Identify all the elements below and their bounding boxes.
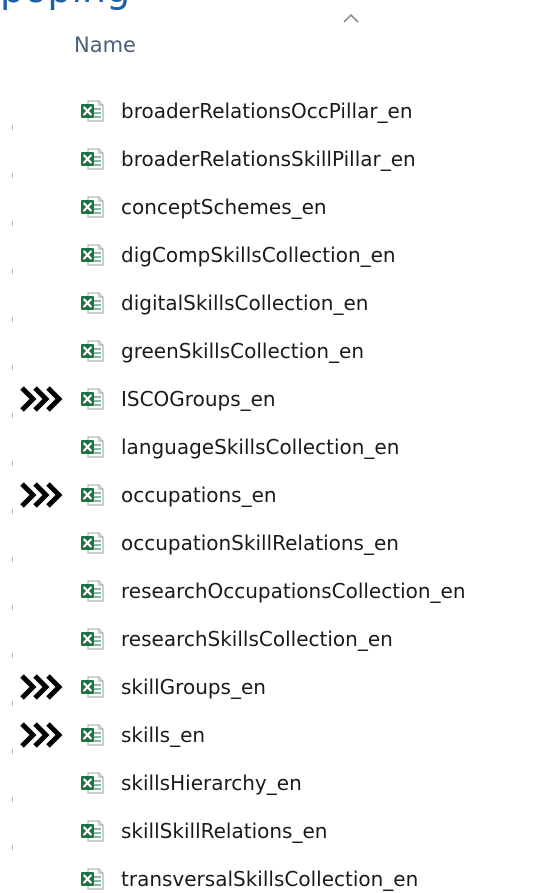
- row-divider-tick: [12, 605, 13, 610]
- row-divider-tick: [12, 125, 13, 130]
- file-row[interactable]: broaderRelationsSkillPillar_en: [0, 135, 541, 183]
- excel-icon[interactable]: [80, 868, 104, 890]
- row-divider-tick: [12, 317, 13, 322]
- file-row[interactable]: skillGroups_en: [0, 663, 541, 711]
- file-name: skillGroups_en: [121, 675, 266, 699]
- row-divider-tick: [12, 509, 13, 514]
- row-divider-tick: [12, 365, 13, 370]
- sort-ascending-icon[interactable]: [342, 12, 360, 24]
- file-name: languageSkillsCollection_en: [121, 435, 400, 459]
- excel-icon[interactable]: [80, 292, 104, 314]
- file-name: broaderRelationsOccPillar_en: [121, 99, 413, 123]
- file-row[interactable]: researchSkillsCollection_en: [0, 615, 541, 663]
- column-header-name[interactable]: Name: [74, 32, 136, 58]
- file-row[interactable]: occupationSkillRelations_en: [0, 519, 541, 567]
- row-divider-tick: [12, 653, 13, 658]
- excel-icon[interactable]: [80, 628, 104, 650]
- file-name: occupationSkillRelations_en: [121, 531, 399, 555]
- excel-icon[interactable]: [80, 580, 104, 602]
- file-name: skillsHierarchy_en: [121, 771, 302, 795]
- excel-icon[interactable]: [80, 244, 104, 266]
- file-row[interactable]: transversalSkillsCollection_en: [0, 855, 541, 893]
- row-divider-tick: [12, 749, 13, 754]
- excel-icon[interactable]: [80, 340, 104, 362]
- file-row[interactable]: occupations_en: [0, 471, 541, 519]
- file-name: digCompSkillsCollection_en: [121, 243, 396, 267]
- file-row[interactable]: conceptSchemes_en: [0, 183, 541, 231]
- excel-icon[interactable]: [80, 388, 104, 410]
- highlight-chevrons-icon: [20, 482, 63, 508]
- excel-icon[interactable]: [80, 772, 104, 794]
- highlight-chevrons-icon: [20, 386, 63, 412]
- row-divider-tick: [12, 269, 13, 274]
- file-row[interactable]: skills_en: [0, 711, 541, 759]
- file-name: greenSkillsCollection_en: [121, 339, 365, 363]
- excel-icon[interactable]: [80, 484, 104, 506]
- excel-icon[interactable]: [80, 100, 104, 122]
- file-name: researchSkillsCollection_en: [121, 627, 393, 651]
- row-divider-tick: [12, 413, 13, 418]
- row-divider-tick: [12, 221, 13, 226]
- file-list: broaderRelationsOccPillar_en broaderRelat…: [0, 87, 541, 893]
- file-name: transversalSkillsCollection_en: [121, 867, 419, 891]
- row-divider-tick: [12, 797, 13, 802]
- excel-icon[interactable]: [80, 436, 104, 458]
- file-name: conceptSchemes_en: [121, 195, 327, 219]
- excel-icon[interactable]: [80, 724, 104, 746]
- file-row[interactable]: researchOccupationsCollection_en: [0, 567, 541, 615]
- file-name: ISCOGroups_en: [121, 387, 276, 411]
- file-row[interactable]: skillSkillRelations_en: [0, 807, 541, 855]
- excel-icon[interactable]: [80, 196, 104, 218]
- file-name: skills_en: [121, 723, 206, 747]
- file-name: occupations_en: [121, 483, 277, 507]
- file-row[interactable]: broaderRelationsOccPillar_en: [0, 87, 541, 135]
- file-row[interactable]: languageSkillsCollection_en: [0, 423, 541, 471]
- file-name: researchOccupationsCollection_en: [121, 579, 466, 603]
- excel-icon[interactable]: [80, 148, 104, 170]
- file-row[interactable]: digCompSkillsCollection_en: [0, 231, 541, 279]
- highlight-chevrons-icon: [20, 674, 63, 700]
- excel-icon[interactable]: [80, 532, 104, 554]
- row-divider-tick: [12, 173, 13, 178]
- highlight-chevrons-icon: [20, 722, 63, 748]
- file-name: skillSkillRelations_en: [121, 819, 328, 843]
- file-name: broaderRelationsSkillPillar_en: [121, 147, 416, 171]
- file-row[interactable]: ISCOGroups_en: [0, 375, 541, 423]
- file-row[interactable]: greenSkillsCollection_en: [0, 327, 541, 375]
- folder-title-partial: p: [0, 0, 24, 11]
- folder-title: poping: [0, 0, 130, 8]
- file-name: digitalSkillsCollection_en: [121, 291, 369, 315]
- file-explorer-view: poping Name broaderRelationsOccPillar_en…: [0, 0, 541, 893]
- file-row[interactable]: digitalSkillsCollection_en: [0, 279, 541, 327]
- row-divider-tick: [12, 557, 13, 562]
- row-divider-tick: [12, 845, 13, 850]
- file-row[interactable]: skillsHierarchy_en: [0, 759, 541, 807]
- row-divider-tick: [12, 701, 13, 706]
- row-divider-tick: [12, 461, 13, 466]
- excel-icon[interactable]: [80, 676, 104, 698]
- folder-title-fragment: oping: [24, 0, 130, 11]
- excel-icon[interactable]: [80, 820, 104, 842]
